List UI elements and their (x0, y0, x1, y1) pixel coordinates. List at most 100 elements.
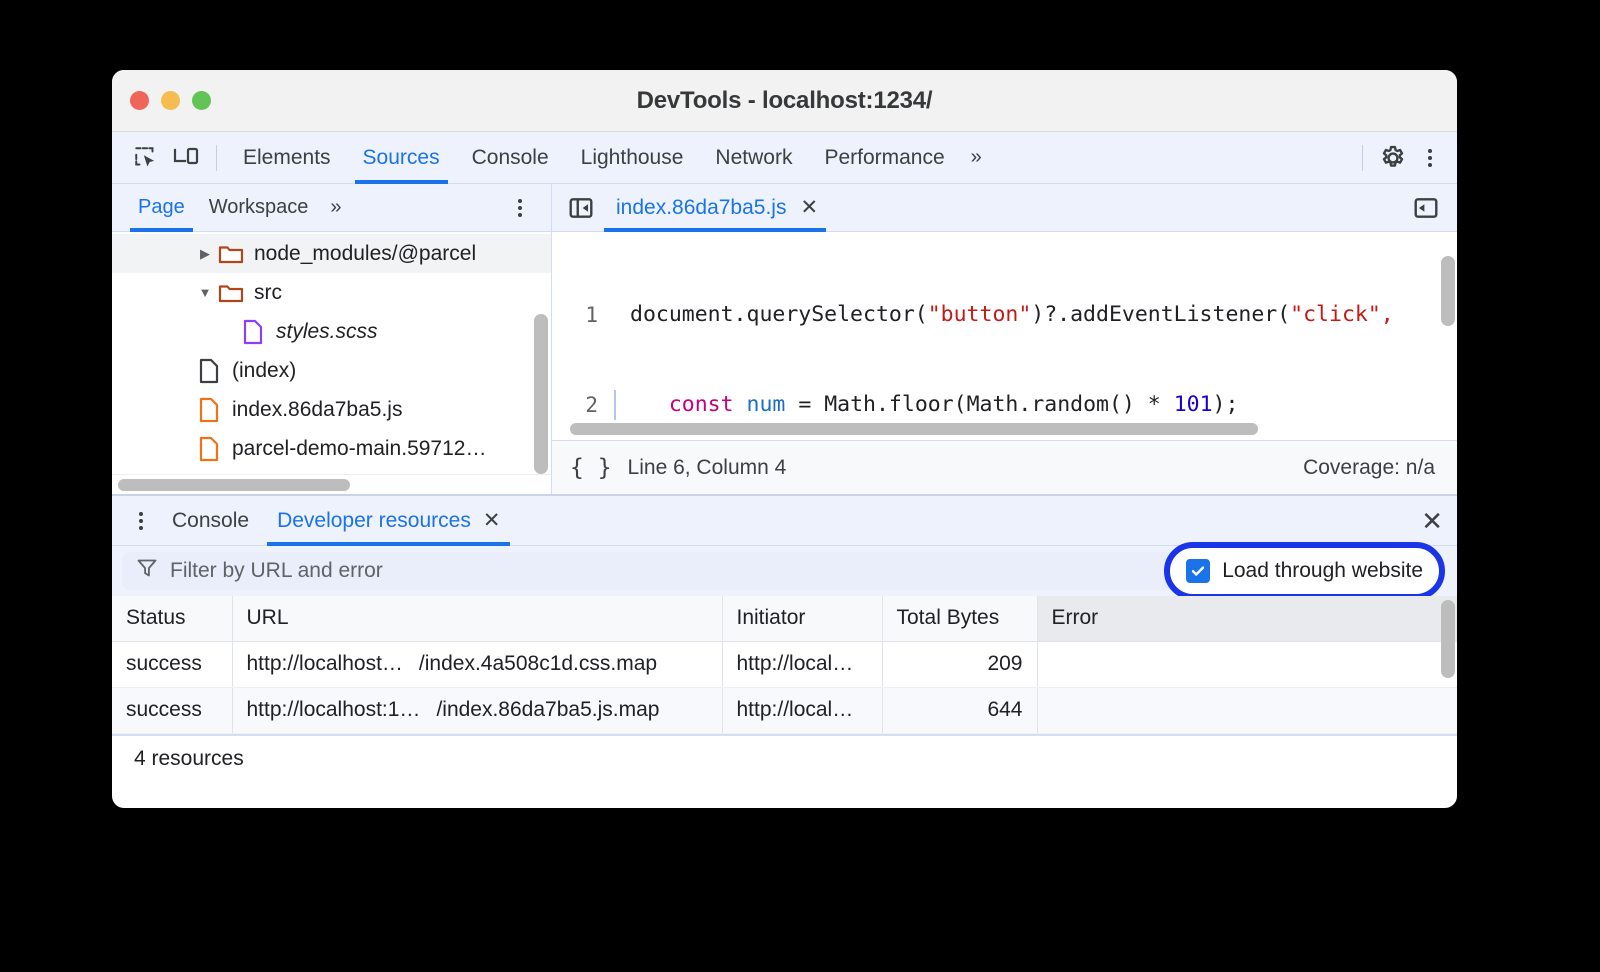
tree-item-label: (index) (224, 359, 296, 383)
drawer-tab-close-icon[interactable]: ✕ (483, 510, 501, 531)
editor-status-bar: { } Line 6, Column 4 Coverage: n/a (552, 440, 1457, 494)
code-content: 1document.querySelector("button")?.addEv… (552, 232, 1457, 440)
column-header-url[interactable]: URL (232, 596, 722, 641)
drawer-tab-console[interactable]: Console (158, 496, 263, 546)
resource-count: 4 resources (134, 747, 244, 771)
editor-tab-close-icon[interactable]: ✕ (800, 197, 818, 218)
tab-lighthouse[interactable]: Lighthouse (565, 132, 700, 184)
tab-performance[interactable]: Performance (808, 132, 960, 184)
tree-item-node-modules[interactable]: ▶ node_modules/@parcel (112, 234, 551, 273)
table-header-row: Status URL Initiator Total Bytes Error (112, 596, 1457, 641)
drawer-filter-bar: Filter by URL and error Load through web… (112, 546, 1457, 596)
window-controls (112, 91, 211, 110)
tree-item-index-css[interactable]: index.4a508c1d.css (112, 468, 551, 474)
developer-resources-table: Status URL Initiator Total Bytes Error s… (112, 596, 1457, 734)
navigator-tabbar: Page Workspace » (112, 184, 551, 232)
tab-elements[interactable]: Elements (227, 132, 347, 184)
drawer-kebab-menu-icon[interactable] (124, 504, 158, 538)
cell-url-host: http://localhost… (247, 652, 403, 676)
cell-total-bytes: 209 (882, 641, 1037, 687)
column-header-initiator[interactable]: Initiator (722, 596, 882, 641)
checkbox-label: Load through website (1222, 559, 1423, 583)
cursor-position: Line 6, Column 4 (628, 456, 787, 480)
column-header-total-bytes[interactable]: Total Bytes (882, 596, 1037, 641)
cell-initiator: http://local… (722, 641, 882, 687)
tree-item-index[interactable]: (index) (112, 351, 551, 390)
navigator-more-chevron-icon[interactable]: » (320, 196, 348, 219)
cell-url: http://localhost… /index.4a508c1d.css.ma… (232, 641, 722, 687)
gear-icon[interactable] (1373, 139, 1413, 177)
minimize-window-button[interactable] (161, 91, 180, 110)
table-row[interactable]: success http://localhost:1… /index.86da7… (112, 687, 1457, 733)
code-vertical-scrollbar[interactable] (1441, 236, 1455, 414)
resources-table-scrollbar[interactable] (1441, 596, 1455, 734)
cell-error (1037, 641, 1457, 687)
tab-sources[interactable]: Sources (347, 132, 456, 184)
drawer-tab-developer-resources[interactable]: Developer resources ✕ (263, 496, 514, 546)
column-header-error[interactable]: Error (1037, 596, 1457, 641)
editor-tabbar: index.86da7ba5.js ✕ (552, 184, 1457, 232)
code-editor[interactable]: 1document.querySelector("button")?.addEv… (552, 232, 1457, 440)
devtools-window: DevTools - localhost:1234/ Elements Sour… (112, 70, 1457, 808)
cell-url-host: http://localhost:1… (247, 698, 421, 722)
file-js-icon (194, 397, 224, 423)
column-header-status[interactable]: Status (112, 596, 232, 641)
tree-item-label: node_modules/@parcel (246, 242, 476, 266)
line-number: 2 (552, 390, 614, 420)
navigator-pane: Page Workspace » ▶ node_modules/@parcel (112, 184, 552, 494)
file-js-icon (194, 436, 224, 462)
drawer-tab-label: Developer resources (277, 509, 471, 533)
window-title: DevTools - localhost:1234/ (112, 87, 1457, 115)
cell-url-path: /index.86da7ba5.js.map (436, 698, 659, 722)
table-row[interactable]: success http://localhost… /index.4a508c1… (112, 641, 1457, 687)
collapse-sidebar-icon[interactable] (562, 189, 600, 227)
tree-item-parcel-demo-main[interactable]: parcel-demo-main.59712… (112, 429, 551, 468)
filter-placeholder: Filter by URL and error (170, 559, 383, 583)
load-through-website-highlight: Load through website (1164, 542, 1445, 600)
cell-status: success (112, 687, 232, 733)
close-drawer-icon[interactable]: ✕ (1421, 508, 1443, 534)
navigator-kebab-menu-icon[interactable] (503, 191, 537, 225)
expand-sidebar-icon[interactable] (1407, 189, 1445, 227)
cell-initiator: http://local… (722, 687, 882, 733)
code-text: const num = Math.floor(Math.random() * 1… (616, 390, 1238, 420)
collapse-arrow-icon[interactable]: ▼ (194, 285, 216, 300)
close-window-button[interactable] (130, 91, 149, 110)
tab-console[interactable]: Console (456, 132, 565, 184)
load-through-website-checkbox[interactable]: Load through website (1186, 559, 1423, 583)
folder-icon (216, 282, 246, 304)
sources-panel: Page Workspace » ▶ node_modules/@parcel (112, 184, 1457, 494)
tree-item-src[interactable]: ▼ src (112, 273, 551, 312)
cell-url-path: /index.4a508c1d.css.map (419, 652, 657, 676)
nav-tab-page[interactable]: Page (126, 184, 197, 232)
nav-tab-workspace[interactable]: Workspace (197, 184, 321, 232)
checkbox-checked-icon[interactable] (1186, 559, 1210, 583)
tab-network[interactable]: Network (699, 132, 808, 184)
code-line: 1document.querySelector("button")?.addEv… (552, 300, 1457, 330)
editor-tab-index-js[interactable]: index.86da7ba5.js ✕ (600, 184, 830, 232)
tree-item-label: parcel-demo-main.59712… (224, 437, 486, 461)
file-tree[interactable]: ▶ node_modules/@parcel ▼ src (112, 232, 551, 474)
toolbar-divider-right (1362, 145, 1363, 171)
inspect-element-icon[interactable] (126, 139, 166, 177)
resources-footer: 4 resources (112, 734, 1457, 782)
tree-item-styles-scss[interactable]: styles.scss (112, 312, 551, 351)
code-line: 2 const num = Math.floor(Math.random() *… (552, 390, 1457, 420)
tree-item-index-js[interactable]: index.86da7ba5.js (112, 390, 551, 429)
device-toolbar-icon[interactable] (166, 139, 206, 177)
kebab-menu-icon[interactable] (1413, 141, 1447, 175)
cell-status: success (112, 641, 232, 687)
file-tree-horizontal-scrollbar[interactable] (112, 474, 551, 494)
drawer-tabbar: Console Developer resources ✕ ✕ (112, 496, 1457, 546)
pretty-print-icon[interactable]: { } (570, 455, 612, 481)
toolbar-divider (216, 145, 217, 171)
maximize-window-button[interactable] (192, 91, 211, 110)
editor-tab-label: index.86da7ba5.js (616, 196, 786, 220)
file-tree-scrollbar[interactable] (534, 292, 548, 468)
folder-icon (216, 243, 246, 265)
file-doc-icon (194, 358, 224, 384)
cell-url: http://localhost:1… /index.86da7ba5.js.m… (232, 687, 722, 733)
expand-arrow-icon[interactable]: ▶ (194, 246, 216, 262)
more-tabs-chevron-icon[interactable]: » (961, 146, 989, 169)
code-horizontal-scrollbar[interactable] (552, 422, 1443, 436)
